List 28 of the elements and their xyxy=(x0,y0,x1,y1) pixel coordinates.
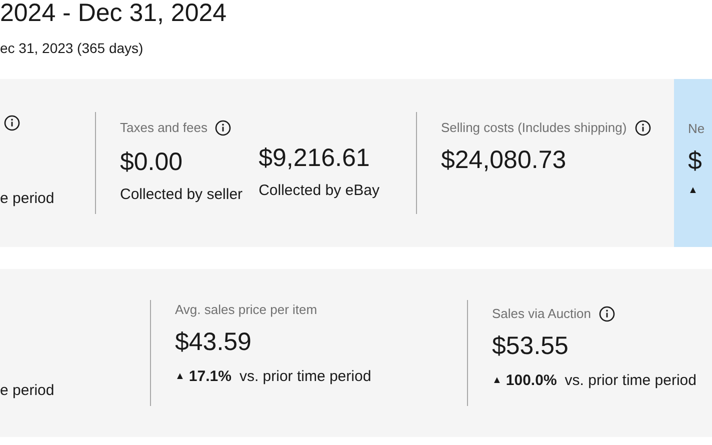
metric-label: Selling costs (Includes shipping) xyxy=(441,119,627,137)
metric-value: $24,080.73 xyxy=(441,144,568,176)
date-range-title: 2024 - Dec 31, 2024 xyxy=(0,0,228,26)
metric-label: Taxes and fees xyxy=(120,119,208,137)
comparison-text: e period xyxy=(0,380,56,400)
info-icon[interactable] xyxy=(634,120,651,136)
metric-label: Avg. sales price per item xyxy=(175,301,318,319)
metric-value: $9,216.61 xyxy=(258,142,371,174)
comparison-text: e period xyxy=(0,188,56,208)
change-text: vs. prior time period xyxy=(239,366,372,386)
change-text: vs. prior time period xyxy=(564,370,696,390)
metric-value: $53.55 xyxy=(492,330,570,362)
up-arrow-icon: ▲ xyxy=(688,182,712,198)
metric-caption: Collected by eBay xyxy=(258,180,380,200)
up-arrow-icon: ▲ xyxy=(492,373,502,388)
metric-label: Sales via Auction xyxy=(492,305,592,323)
metric-caption: Collected by seller xyxy=(120,184,243,204)
metric-value: $0.00 xyxy=(120,146,184,178)
comparison-period: ec 31, 2023 (365 days) xyxy=(0,39,144,58)
metric-label: Ne xyxy=(688,120,706,138)
change-percent: 100.0% xyxy=(506,370,557,390)
change-percent: 17.1% xyxy=(188,366,232,386)
metric-value: $43.59 xyxy=(175,326,252,358)
info-icon[interactable] xyxy=(599,306,616,322)
metric-value: $ xyxy=(688,146,703,176)
info-icon[interactable] xyxy=(4,115,20,131)
up-arrow-icon: ▲ xyxy=(175,369,185,384)
info-icon[interactable] xyxy=(215,120,232,136)
